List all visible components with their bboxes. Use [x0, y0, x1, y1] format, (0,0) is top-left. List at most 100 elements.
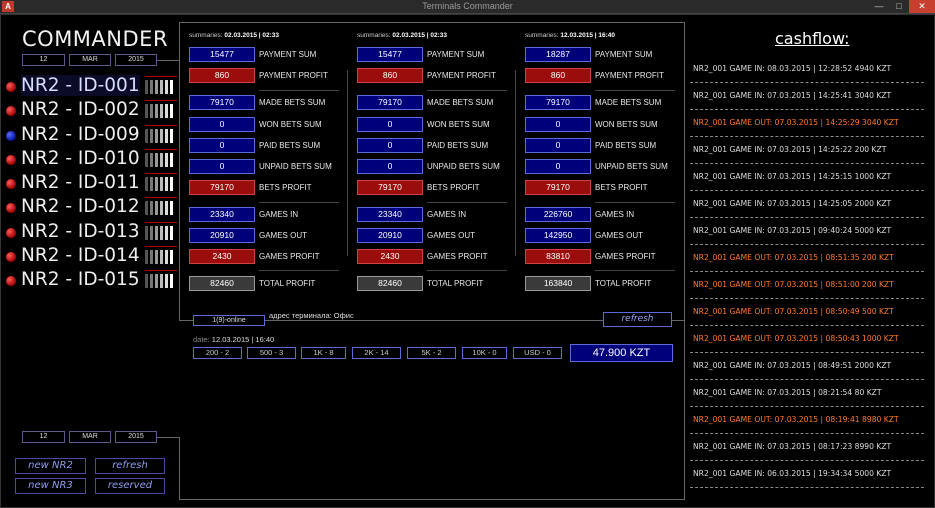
signal-underline: [145, 173, 177, 175]
summary-separator: [259, 90, 339, 91]
terminal-name: NR2 - ID-001: [21, 75, 140, 96]
close-button[interactable]: ✕: [909, 0, 935, 13]
status-led-icon: [6, 130, 16, 141]
cashflow-list[interactable]: NR2_001 GAME IN: 08.03.2015 | 12:28:52 4…: [690, 56, 924, 488]
denomination-counter: USD - 0: [513, 347, 562, 359]
bottom-date-month[interactable]: MAR: [69, 431, 111, 443]
payment-sum-value: 15477: [357, 47, 423, 62]
games-out-value: 142950: [525, 228, 591, 243]
games-in-value: 226760: [525, 207, 591, 222]
signal-bars-icon: [145, 177, 177, 192]
total-profit-label: TOTAL PROFIT: [595, 279, 652, 288]
games-in-value: 23340: [189, 207, 255, 222]
total-profit-label: TOTAL PROFIT: [259, 279, 316, 288]
middle-left-border: [179, 22, 180, 320]
games-in-value: 23340: [357, 207, 423, 222]
signal-bars-icon: [145, 274, 177, 289]
terminal-item[interactable]: NR2 - ID-015: [3, 269, 179, 294]
terminal-item[interactable]: NR2 - ID-010: [3, 148, 179, 173]
terminal-address: адрес терминала: Офис: [269, 311, 354, 320]
cashflow-item: NR2_001 GAME IN: 07.03.2015 | 14:25:41 3…: [690, 83, 924, 110]
signal-underline: [145, 148, 177, 150]
cashflow-item: NR2_001 GAME IN: 08.03.2015 | 12:28:52 4…: [690, 56, 924, 83]
paid-bets-sum-label: PAID BETS SUM: [259, 141, 321, 150]
paid-bets-sum-value: 0: [525, 138, 591, 153]
games-profit-value: 2430: [357, 249, 423, 264]
unpaid-bets-sum-value: 0: [525, 159, 591, 174]
denomination-counter: 500 - 3: [247, 347, 296, 359]
minimize-button[interactable]: —: [870, 0, 888, 13]
terminal-item[interactable]: NR2 - ID-014: [3, 245, 179, 270]
summary-header-label: summaries:: [525, 32, 559, 39]
bottom-date-day[interactable]: 12: [22, 431, 65, 443]
unpaid-bets-sum-label: UNPAID BETS SUM: [427, 162, 500, 171]
top-date-year[interactable]: 2015: [115, 54, 157, 66]
games-out-label: GAMES OUT: [259, 231, 308, 240]
payment-sum-label: PAYMENT SUM: [259, 50, 317, 59]
terminal-name: NR2 - ID-012: [21, 196, 140, 218]
summary-header-date: 02.03.2015 | 02:33: [224, 32, 279, 39]
payment-profit-value: 860: [525, 68, 591, 83]
cashflow-item: NR2_001 GAME IN: 07.03.2015 | 14:25:15 1…: [690, 164, 924, 191]
new-nr2-button[interactable]: new NR2: [15, 458, 86, 474]
refresh-left-button[interactable]: refresh: [95, 458, 165, 474]
refresh-button[interactable]: refresh: [603, 312, 672, 327]
signal-underline: [145, 124, 177, 126]
total-kzt: 47.900 KZT: [570, 344, 673, 362]
bets-profit-value: 79170: [357, 180, 423, 195]
maximize-button[interactable]: □: [890, 0, 908, 13]
middle-top-border: [179, 22, 684, 23]
won-bets-sum-label: WON BETS SUM: [595, 120, 658, 129]
terminal-list: NR2 - ID-001 NR2 - ID-002 NR2 - ID-009 NR2 …: [3, 75, 179, 295]
terminal-item[interactable]: NR2 - ID-002: [3, 99, 179, 124]
new-nr3-button[interactable]: new NR3: [15, 478, 86, 494]
total-profit-label: TOTAL PROFIT: [427, 279, 484, 288]
terminal-item[interactable]: NR2 - ID-009: [3, 124, 179, 149]
status-led-icon: [6, 154, 16, 165]
signal-bars-icon: [145, 104, 177, 119]
games-in-label: GAMES IN: [427, 210, 467, 219]
status-led-icon: [6, 227, 16, 238]
status-led-icon: [6, 276, 16, 287]
games-out-value: 20910: [357, 228, 423, 243]
bets-profit-label: BETS PROFIT: [259, 183, 312, 192]
terminal-item[interactable]: NR2 - ID-001: [3, 75, 179, 100]
signal-underline: [145, 76, 177, 77]
summary-separator: [595, 90, 675, 91]
terminal-item[interactable]: NR2 - ID-011: [3, 172, 179, 197]
window-titlebar: A Terminals Commander — □ ✕: [0, 0, 935, 14]
terminal-item[interactable]: NR2 - ID-013: [3, 221, 179, 246]
terminal-name: NR2 - ID-002: [21, 99, 140, 121]
cashflow-item: NR2_001 GAME OUT: 07.03.2015 | 08:51:00 …: [690, 272, 924, 299]
bets-profit-label: BETS PROFIT: [427, 183, 480, 192]
summary-separator: [259, 202, 339, 203]
summary-separator: [427, 270, 507, 271]
total-profit-value: 82460: [189, 276, 255, 291]
bottom-date-vline: [179, 437, 180, 499]
summary-header-label: summaries:: [357, 32, 391, 39]
summary-separator: [259, 270, 339, 271]
summary-header: summaries: 02.03.2015 | 02:33: [357, 32, 447, 39]
won-bets-sum-label: WON BETS SUM: [427, 120, 490, 129]
unpaid-bets-sum-value: 0: [357, 159, 423, 174]
top-date-day[interactable]: 12: [22, 54, 65, 66]
payment-sum-value: 18287: [525, 47, 591, 62]
bets-profit-value: 79170: [189, 180, 255, 195]
terminal-name: NR2 - ID-011: [21, 172, 140, 194]
top-date-month[interactable]: MAR: [69, 54, 111, 66]
bottom-date-year[interactable]: 2015: [115, 431, 157, 443]
made-bets-sum-value: 79170: [189, 95, 255, 110]
unpaid-bets-sum-label: UNPAID BETS SUM: [595, 162, 668, 171]
app-logo: COMMANDER: [22, 27, 169, 51]
cashflow-item: NR2_001 GAME OUT: 07.03.2015 | 14:25:29 …: [690, 110, 924, 137]
window-title: Terminals Commander: [422, 1, 513, 11]
games-profit-label: GAMES PROFIT: [427, 252, 488, 261]
payment-profit-value: 860: [189, 68, 255, 83]
terminal-item[interactable]: NR2 - ID-012: [3, 196, 179, 221]
unpaid-bets-sum-value: 0: [189, 159, 255, 174]
games-profit-value: 83810: [525, 249, 591, 264]
cashflow-item: NR2_001 GAME OUT: 07.03.2015 | 08:50:43 …: [690, 326, 924, 353]
cashflow-item: NR2_001 GAME IN: 07.03.2015 | 08:49:51 2…: [690, 353, 924, 380]
terminal-name: NR2 - ID-014: [21, 245, 140, 267]
reserved-button[interactable]: reserved: [95, 478, 165, 494]
